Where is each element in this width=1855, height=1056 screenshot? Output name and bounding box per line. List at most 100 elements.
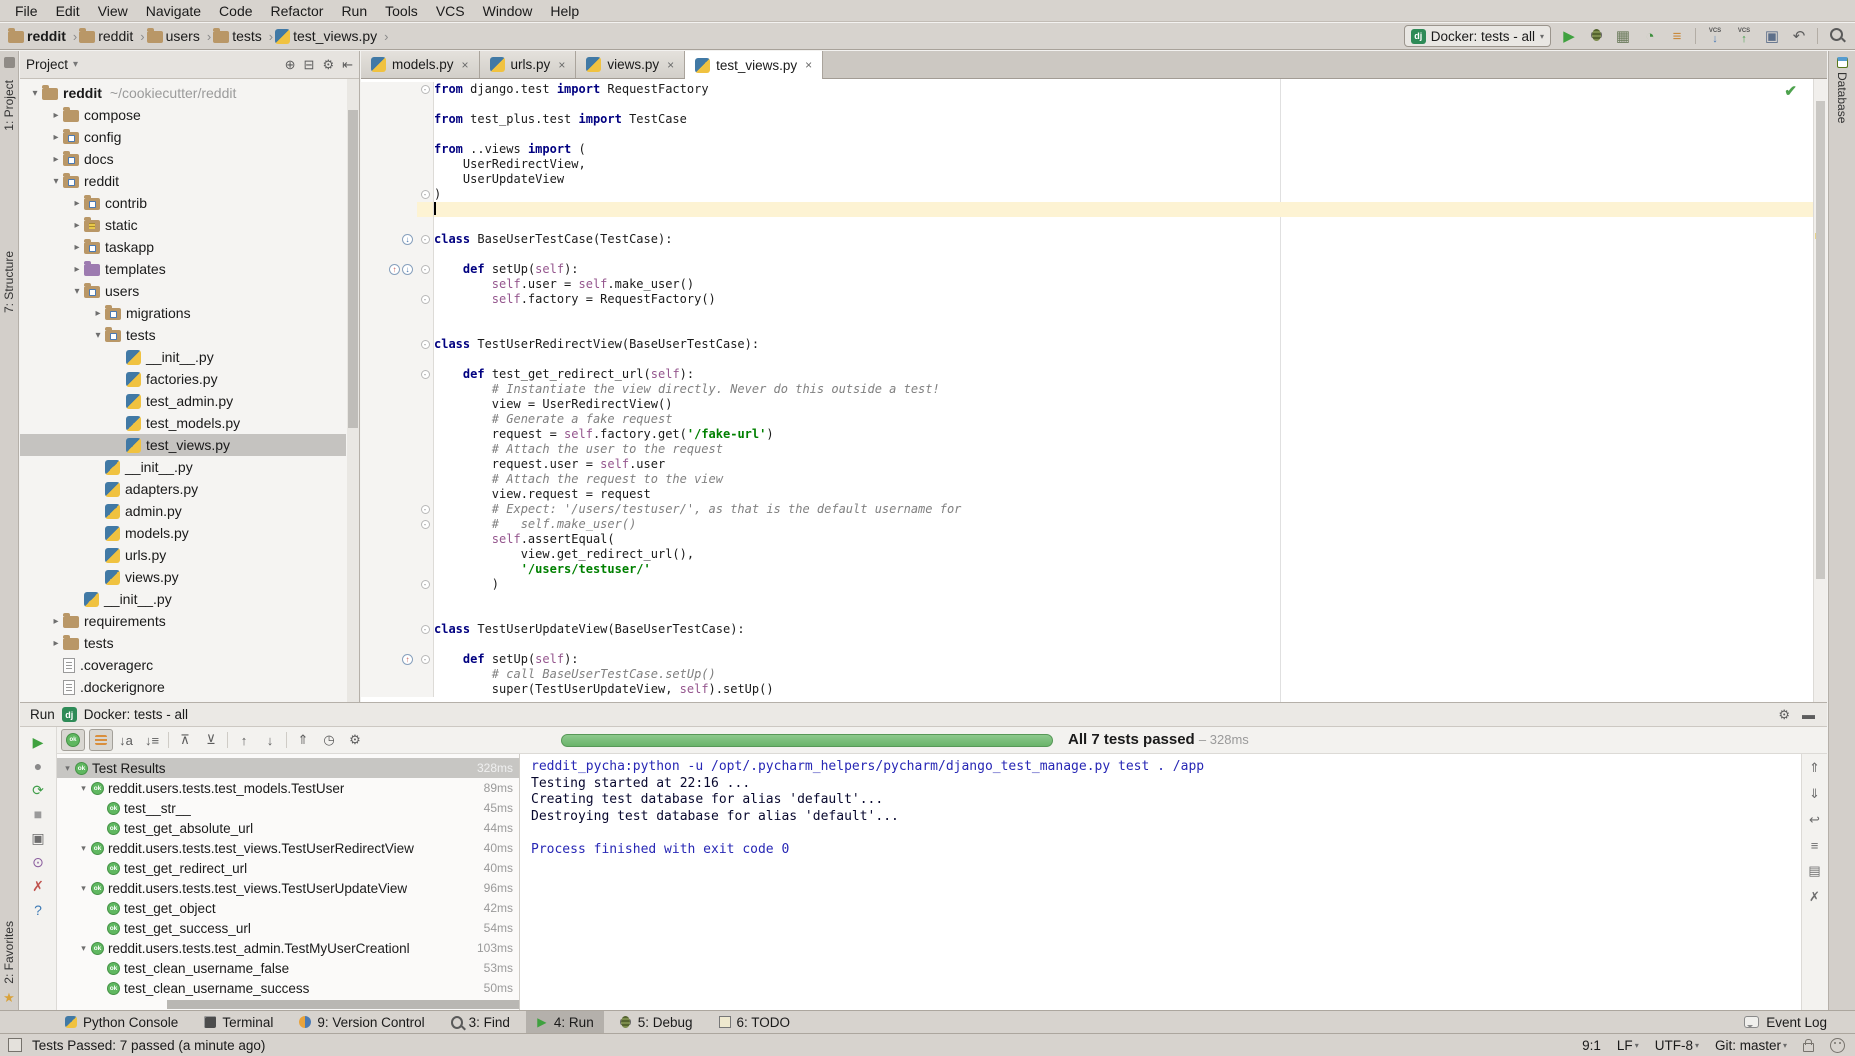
tree-item-reddit[interactable]: ▾reddit	[20, 170, 346, 192]
inspections-ok-icon[interactable]: ✔	[1784, 82, 1797, 100]
fold-icon[interactable]: -	[421, 85, 430, 94]
previous-failed-button[interactable]: ↑	[231, 733, 257, 748]
fold-gutter[interactable]: -	[417, 502, 434, 517]
menu-item-file[interactable]: File	[6, 0, 47, 22]
tree-item-admin.py[interactable]: admin.py	[20, 500, 346, 522]
fold-gutter[interactable]	[417, 307, 434, 322]
editor-scrollbar-thumb[interactable]	[1816, 101, 1825, 579]
run-test-up-icon[interactable]: ↑	[402, 654, 413, 665]
fold-gutter[interactable]	[417, 532, 434, 547]
tree-item-factories.py[interactable]: factories.py	[20, 368, 346, 390]
run-test-down-icon[interactable]: ↓	[402, 234, 413, 245]
test-tree-hscrollbar[interactable]	[167, 1000, 519, 1009]
gutter[interactable]	[361, 217, 417, 232]
sidebar-item-database[interactable]: Database	[1835, 72, 1849, 123]
fold-gutter[interactable]: -	[417, 337, 434, 352]
gutter[interactable]	[361, 172, 417, 187]
gutter[interactable]	[361, 97, 417, 112]
menu-item-navigate[interactable]: Navigate	[137, 0, 210, 22]
fold-gutter[interactable]	[417, 442, 434, 457]
rerun-button[interactable]: ▶	[28, 735, 48, 750]
tree-item-__init__.py[interactable]: __init__.py	[20, 456, 346, 478]
fold-gutter[interactable]	[417, 217, 434, 232]
event-log-button[interactable]: Event Log	[1744, 1015, 1827, 1030]
run-test-down-icon[interactable]: ↓	[402, 264, 413, 275]
run-console[interactable]: reddit_pycha:python -u /opt/.pycharm_hel…	[525, 754, 1800, 1010]
tree-item-models.py[interactable]: models.py	[20, 522, 346, 544]
tab-test_views-py[interactable]: test_views.py×	[685, 51, 823, 79]
status-lf[interactable]: LF▾	[1617, 1038, 1639, 1053]
fold-icon[interactable]: -	[421, 580, 430, 589]
clear-button[interactable]: ✗	[1809, 889, 1820, 905]
menu-item-code[interactable]: Code	[210, 0, 261, 22]
tree-item-config[interactable]: ▸config	[20, 126, 346, 148]
tree-item-test_admin.py[interactable]: test_admin.py	[20, 390, 346, 412]
fold-gutter[interactable]	[417, 607, 434, 622]
breadcrumb-item[interactable]: reddit	[79, 28, 136, 44]
code-editor[interactable]: -from django.test import RequestFactoryf…	[361, 79, 1813, 702]
close-icon[interactable]: ×	[462, 58, 469, 72]
run-dashboard-icon[interactable]: ≡	[1668, 29, 1686, 44]
gutter[interactable]	[361, 592, 417, 607]
gutter[interactable]	[361, 82, 417, 97]
tree-item-migrations[interactable]: ▸migrations	[20, 302, 346, 324]
gutter[interactable]	[361, 187, 417, 202]
gutter[interactable]	[361, 127, 417, 142]
gutter[interactable]	[361, 487, 417, 502]
fold-gutter[interactable]	[417, 397, 434, 412]
toolwindow-quick-access-icon[interactable]	[8, 1038, 22, 1052]
highlighting-level-icon[interactable]	[1830, 1038, 1845, 1053]
gutter[interactable]	[361, 637, 417, 652]
tree-item-test_models.py[interactable]: test_models.py	[20, 412, 346, 434]
menu-item-vcs[interactable]: VCS	[427, 0, 474, 22]
tree-item-.dockerignore[interactable]: .dockerignore	[20, 676, 346, 698]
test-row-test_get_object[interactable]: oktest_get_object42ms	[57, 898, 519, 918]
fold-icon[interactable]: -	[421, 190, 430, 199]
fold-icon[interactable]: -	[421, 655, 430, 664]
fold-icon[interactable]: -	[421, 625, 430, 634]
tree-item-reddit[interactable]: ▾reddit~/cookiecutter/reddit	[20, 82, 346, 104]
status-message[interactable]: Tests Passed: 7 passed (a minute ago)	[32, 1038, 265, 1053]
fold-gutter[interactable]	[417, 667, 434, 682]
close-icon[interactable]: ×	[558, 58, 565, 72]
tree-item-taskapp[interactable]: ▸taskapp	[20, 236, 346, 258]
gutter[interactable]	[361, 682, 417, 697]
gutter[interactable]	[361, 322, 417, 337]
fold-gutter[interactable]	[417, 97, 434, 112]
fold-gutter[interactable]	[417, 142, 434, 157]
tree-item-urls.py[interactable]: urls.py	[20, 544, 346, 566]
tree-item-adapters.py[interactable]: adapters.py	[20, 478, 346, 500]
toolwindow-button-python[interactable]: Python Console	[55, 1011, 188, 1033]
settings-button[interactable]: ⚙	[342, 732, 368, 748]
settings-icon[interactable]: ⚙	[322, 57, 334, 73]
splitter[interactable]	[519, 754, 520, 1010]
readonly-lock-icon[interactable]	[1803, 1043, 1814, 1052]
tab-models-py[interactable]: models.py×	[361, 51, 480, 78]
gutter[interactable]	[361, 562, 417, 577]
menu-item-tools[interactable]: Tools	[376, 0, 427, 22]
fold-icon[interactable]: -	[421, 235, 430, 244]
vcs-update-icon[interactable]: VCS↓	[1705, 28, 1725, 45]
breadcrumb-item[interactable]: reddit	[8, 28, 69, 44]
sort-alphabetically-button[interactable]: ↓a	[113, 733, 139, 748]
fold-gutter[interactable]: -	[417, 367, 434, 382]
restore-layout-button[interactable]: ▣	[28, 831, 48, 846]
gutter[interactable]	[361, 142, 417, 157]
gutter[interactable]	[361, 337, 417, 352]
run-panel-header[interactable]: Run dj Docker: tests - all ⚙▬	[20, 703, 1827, 727]
hide-icon[interactable]: ▬	[1802, 707, 1815, 723]
test-row-test_get_success_url[interactable]: oktest_get_success_url54ms	[57, 918, 519, 938]
next-failed-button[interactable]: ↓	[257, 733, 283, 748]
locate-icon[interactable]: ⊕	[285, 57, 296, 73]
fold-icon[interactable]: -	[421, 370, 430, 379]
test-row-test__str__[interactable]: oktest__str__45ms	[57, 798, 519, 818]
tree-item-static[interactable]: ▸static	[20, 214, 346, 236]
tree-item-docs[interactable]: ▸docs	[20, 148, 346, 170]
fold-gutter[interactable]	[417, 112, 434, 127]
fold-gutter[interactable]	[417, 247, 434, 262]
project-scrollbar-thumb[interactable]	[348, 110, 358, 428]
tab-views-py[interactable]: views.py×	[576, 51, 685, 78]
settings-icon[interactable]: ⚙	[1778, 707, 1790, 723]
fold-icon[interactable]: -	[421, 340, 430, 349]
sidebar-item-project[interactable]: 1: Project	[2, 80, 16, 131]
